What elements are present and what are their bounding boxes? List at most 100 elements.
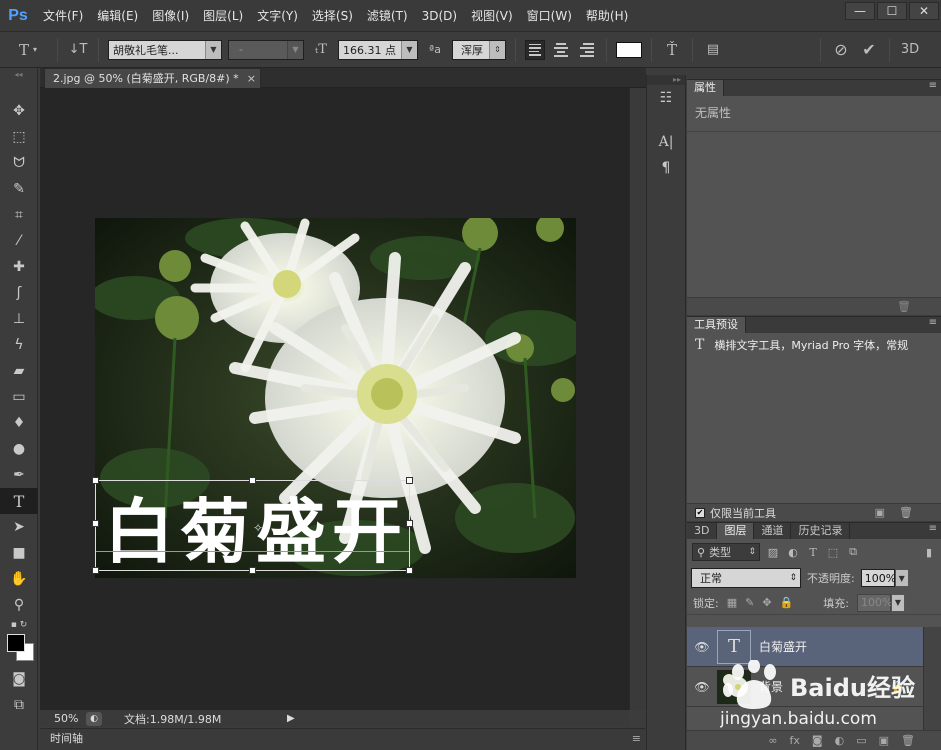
gradient-tool-icon[interactable]: ▭ [0,384,38,410]
layer-style-icon[interactable]: fx [790,734,800,747]
vertical-scrollbar[interactable] [629,88,646,710]
layer-kind-filter[interactable]: ⚲ 类型 ⇕ [692,543,760,561]
adjustment-layer-icon[interactable]: ◐ [835,734,845,747]
shape-filter-icon[interactable]: ⬚ [826,546,840,559]
align-right-button[interactable] [577,40,597,60]
new-preset-icon[interactable]: ▣ [875,506,885,519]
dodge-tool-icon[interactable]: ● [0,436,38,462]
preset-item[interactable]: T 横排文字工具，Myriad Pro 字体，常规 [687,333,941,357]
menu-edit[interactable]: 编辑(E) [90,0,145,32]
paragraph-panel-icon[interactable]: ¶ [647,155,685,181]
new-group-icon[interactable]: ▭ [856,734,866,747]
type-tool-icon[interactable]: T [0,488,38,514]
maximize-button[interactable]: ☐ [877,2,907,20]
path-select-tool-icon[interactable]: ➤ [0,514,38,540]
quick-mask-icon[interactable]: ◙ [0,666,38,692]
menu-help[interactable]: 帮助(H) [579,0,635,32]
transform-handle[interactable] [92,567,99,574]
rectangle-tool-icon[interactable]: ■ [0,540,38,566]
chevron-down-icon[interactable]: ▼ [890,593,905,612]
menu-filter[interactable]: 滤镜(T) [360,0,415,32]
eraser-tool-icon[interactable]: ▰ [0,358,38,384]
align-left-button[interactable] [525,39,545,60]
healing-brush-tool-icon[interactable]: ✚ [0,254,38,280]
add-mask-icon[interactable]: ◙ [812,734,823,747]
opacity-input[interactable]: 100% [860,569,896,587]
trash-icon[interactable]: 🗑 [897,300,911,313]
tab-tool-presets[interactable]: 工具预设 [687,317,746,333]
foreground-color-swatch[interactable] [7,634,25,652]
panel-menu-icon[interactable]: ≡ [929,317,937,328]
panel-grip-icon[interactable]: ◂◂ [0,68,37,80]
cancel-icon[interactable]: ⊘ [830,39,852,61]
font-size-select[interactable]: 166.31 点 ▼ [338,39,418,60]
tab-channels[interactable]: 通道 [754,523,792,539]
transform-handle[interactable] [406,477,413,484]
transform-handle[interactable] [406,567,413,574]
toggle-orientation-icon[interactable]: ↓T [67,39,89,61]
marquee-tool-icon[interactable]: ⬚ [0,124,38,150]
quick-select-tool-icon[interactable]: ✎ [0,176,38,202]
trash-icon[interactable]: 🗑 [901,734,915,747]
properties-panel-icon[interactable]: ☷ [647,85,685,111]
fill-input[interactable]: 100% [856,593,892,612]
threed-button[interactable]: 3D [899,39,921,61]
horizontal-scrollbar[interactable] [305,710,629,727]
pen-tool-icon[interactable]: ✒ [0,462,38,488]
document-tab[interactable]: 2.jpg @ 50% (白菊盛开, RGB/8#) * × [44,68,261,88]
screen-mode-icon[interactable]: ⧉ [0,692,38,718]
character-panel-icon[interactable]: ▤ [702,39,724,61]
blur-tool-icon[interactable]: ♦ [0,410,38,436]
close-button[interactable]: ✕ [909,2,939,20]
link-layers-icon[interactable]: ∞ [768,734,777,747]
menu-type[interactable]: 文字(Y) [250,0,305,32]
document-info-icon[interactable]: ◐ [86,711,102,726]
minimize-button[interactable]: — [845,2,875,20]
current-tool-only-checkbox[interactable]: ✔ [695,507,705,518]
eye-icon[interactable]: 👁 [687,640,717,654]
zoom-tool-icon[interactable]: ⚲ [0,592,38,618]
filter-toggle-icon[interactable]: ▮ [922,546,936,559]
swap-colors-icon[interactable]: ▪ ↻ [0,618,38,632]
font-style-select[interactable]: - ▼ [228,39,304,60]
history-brush-tool-icon[interactable]: ϟ [0,332,38,358]
adjustment-filter-icon[interactable]: ◐ [786,546,800,559]
tab-properties[interactable]: 属性 [687,80,724,96]
chevron-down-icon[interactable]: ▼ [894,569,909,587]
transform-handle[interactable] [249,567,256,574]
menu-select[interactable]: 选择(S) [305,0,360,32]
pixel-filter-icon[interactable]: ▨ [766,546,780,559]
panel-grip-icon[interactable]: ▸▸ [647,75,685,85]
type-tool-preset-icon[interactable]: T ▾ [8,39,48,61]
reference-point-icon[interactable]: ✧ [253,521,263,535]
new-layer-icon[interactable]: ▣ [879,734,889,747]
clone-stamp-tool-icon[interactable]: ⊥ [0,306,38,332]
timeline-label[interactable]: 时间轴 [50,732,83,745]
panel-menu-icon[interactable]: ≡ [632,729,641,749]
menu-window[interactable]: 窗口(W) [520,0,579,32]
lasso-tool-icon[interactable]: ᗢ [0,150,38,176]
trash-icon[interactable]: 🗑 [899,506,913,519]
type-filter-icon[interactable]: T [806,546,820,559]
tab-history[interactable]: 历史记录 [791,523,851,539]
zoom-level[interactable]: 50% [40,712,86,725]
menu-image[interactable]: 图像(I) [145,0,196,32]
eye-icon[interactable]: 👁 [687,680,717,694]
crop-tool-icon[interactable]: ⌗ [0,202,38,228]
commit-check-icon[interactable]: ✔ [858,39,880,61]
status-menu-arrow-icon[interactable]: ▶ [287,713,305,724]
align-center-button[interactable] [551,40,571,60]
lock-transparent-icon[interactable]: ▦ [727,596,737,609]
brush-tool-icon[interactable]: ʃ [0,280,38,306]
panel-menu-icon[interactable]: ≡ [929,80,937,91]
hand-tool-icon[interactable]: ✋ [0,566,38,592]
close-tab-icon[interactable]: × [247,69,256,88]
tab-3d[interactable]: 3D [687,523,718,539]
menu-view[interactable]: 视图(V) [464,0,520,32]
tab-layers[interactable]: 图层 [717,523,755,539]
layer-name[interactable]: 白菊盛开 [759,638,807,655]
menu-file[interactable]: 文件(F) [36,0,90,32]
color-swatches[interactable] [0,632,37,666]
blend-mode-select[interactable]: 正常 ⇕ [691,568,801,588]
menu-layer[interactable]: 图层(L) [196,0,250,32]
